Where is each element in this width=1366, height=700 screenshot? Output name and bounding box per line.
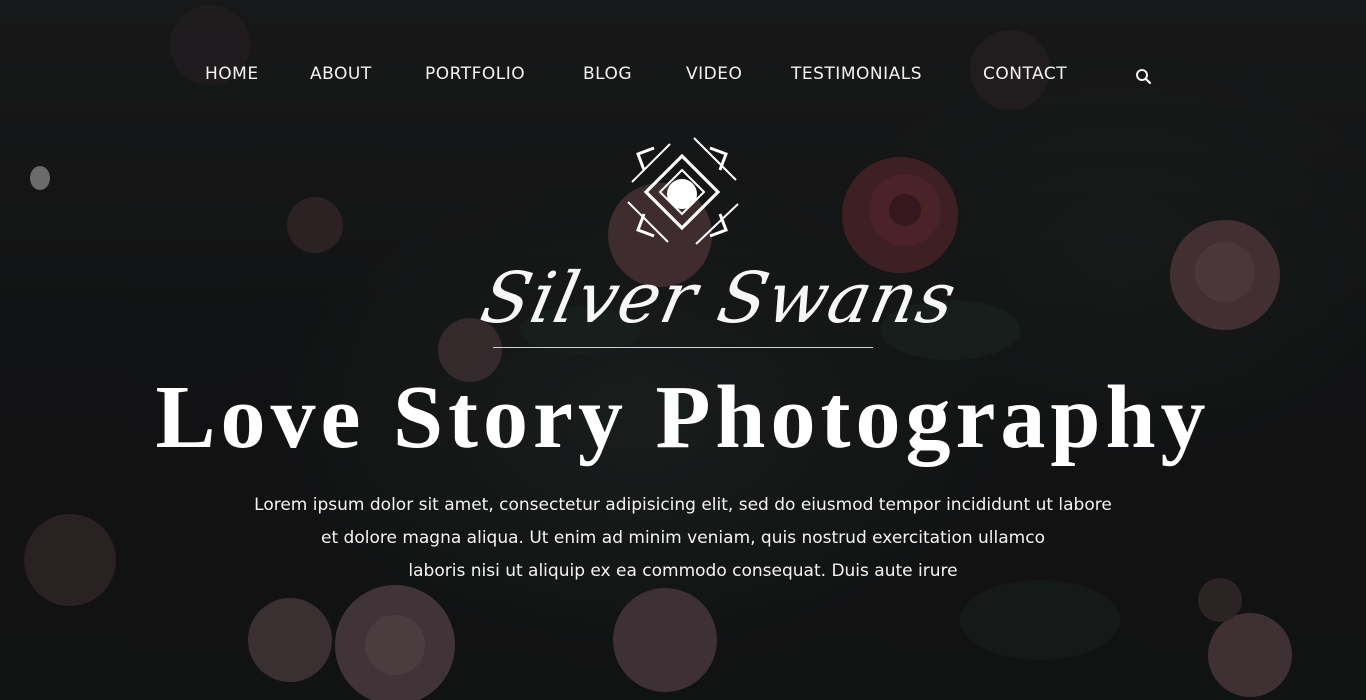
- nav-item-home[interactable]: HOME: [205, 64, 259, 84]
- nav-item-portfolio[interactable]: PORTFOLIO: [425, 64, 525, 84]
- hero-section: HOME ABOUT PORTFOLIO BLOG VIDEO TESTIMON…: [0, 0, 1366, 700]
- title-divider: [493, 347, 873, 348]
- nav-item-testimonials[interactable]: TESTIMONIALS: [791, 64, 922, 84]
- hero-description-line: et dolore magna aliqua. Ut enim ad minim…: [321, 528, 1045, 548]
- hero-description-line: Lorem ipsum dolor sit amet, consectetur …: [254, 495, 1112, 515]
- nav-item-video[interactable]: VIDEO: [686, 64, 742, 84]
- nav-item-about[interactable]: ABOUT: [310, 64, 372, 84]
- main-navigation: HOME ABOUT PORTFOLIO BLOG VIDEO TESTIMON…: [0, 58, 1366, 94]
- search-icon[interactable]: [1134, 67, 1154, 87]
- nav-item-blog[interactable]: BLOG: [583, 64, 632, 84]
- hero-headline: Love Story Photography: [155, 368, 1211, 467]
- brand-script-title: Silver Swans: [474, 257, 964, 339]
- hero-description-line: laboris nisi ut aliquip ex ea commodo co…: [408, 561, 958, 581]
- camera-lens-diamond-icon: [627, 137, 739, 245]
- nav-item-contact[interactable]: CONTACT: [983, 64, 1067, 84]
- dark-overlay: [0, 0, 1366, 700]
- hero-description: Lorem ipsum dolor sit amet, consectetur …: [183, 489, 1183, 588]
